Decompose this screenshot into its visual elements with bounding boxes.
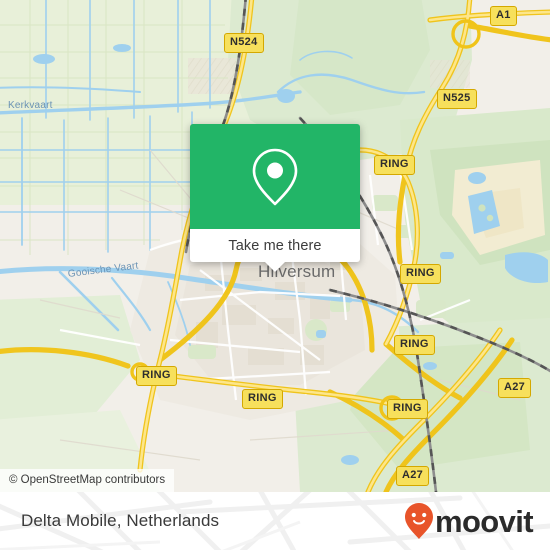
osm-attribution[interactable]: © OpenStreetMap contributors xyxy=(0,469,175,492)
moovit-pin-icon xyxy=(404,503,433,539)
road-shield-a27-2[interactable]: A27 xyxy=(396,466,430,486)
road-shield-ring-6[interactable]: RING xyxy=(387,399,428,419)
moovit-map-screenshot: Hilversum Kerkvaart Gooische Vaart A1 N5… xyxy=(0,0,550,550)
page-title: Delta Mobile, Netherlands xyxy=(21,511,220,530)
moovit-wordmark: moovit xyxy=(434,503,534,539)
take-me-there-button[interactable]: Take me there xyxy=(228,238,321,254)
road-shield-a27-1[interactable]: A27 xyxy=(498,378,532,398)
moovit-logo[interactable]: moovit xyxy=(404,502,534,540)
road-shield-ring-5[interactable]: RING xyxy=(242,389,283,409)
popup-pointer xyxy=(265,262,285,272)
road-shield-ring-4[interactable]: RING xyxy=(136,366,177,386)
road-shield-ring-3[interactable]: RING xyxy=(394,335,435,355)
popup-action-bar[interactable]: Take me there xyxy=(190,229,360,262)
road-shield-ring-2[interactable]: RING xyxy=(400,264,441,284)
popup-header xyxy=(190,124,360,229)
map-label-kerkvaart: Kerkvaart xyxy=(8,100,53,111)
location-popup-card[interactable]: Take me there xyxy=(190,124,360,272)
road-shield-ring-1[interactable]: RING xyxy=(374,155,415,175)
map-pin-icon xyxy=(252,148,298,205)
road-shield-n524[interactable]: N524 xyxy=(224,33,264,53)
road-shield-n525[interactable]: N525 xyxy=(437,89,477,109)
road-shield-a1[interactable]: A1 xyxy=(490,6,517,26)
map-canvas[interactable]: Hilversum Kerkvaart Gooische Vaart A1 N5… xyxy=(0,0,550,492)
footer-bar: Delta Mobile, Netherlands moovit xyxy=(0,492,550,550)
